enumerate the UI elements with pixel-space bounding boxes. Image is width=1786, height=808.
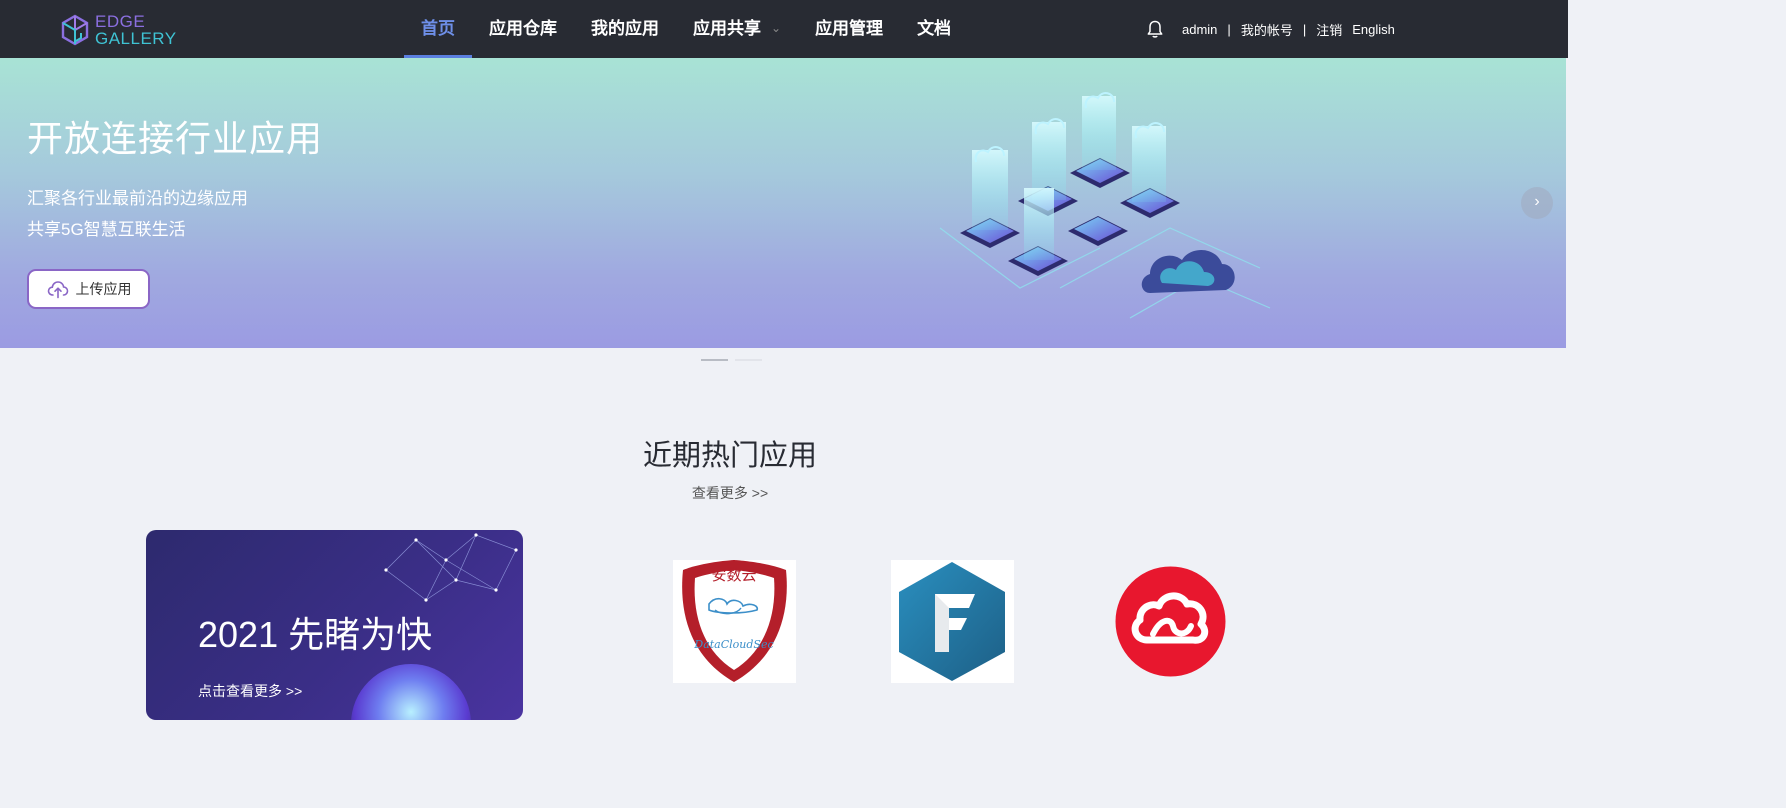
- main-nav: 首页 应用仓库 我的应用 应用共享 ⌄ 应用管理 文档: [404, 0, 968, 58]
- hero-banner: 开放连接行业应用 汇聚各行业最前沿的边缘应用 共享5G智慧互联生活 上传应用 ›: [0, 58, 1566, 348]
- cube-logo-icon: [61, 14, 89, 46]
- edge-cloud-illustration: [939, 92, 1271, 319]
- promo-title: 2021 先睹为快: [198, 614, 433, 655]
- nav-item-app-share[interactable]: 应用共享 ⌄: [676, 0, 798, 58]
- nav-item-home[interactable]: 首页: [404, 0, 472, 58]
- upload-app-label: 上传应用: [75, 281, 132, 297]
- upload-app-button[interactable]: 上传应用: [27, 269, 150, 309]
- nav-item-app-share-label: 应用共享: [693, 19, 761, 38]
- cloud-upload-icon: [47, 281, 68, 299]
- app-logo-letter: F: [891, 560, 892, 561]
- banner-title: 开放连接行业应用: [27, 118, 324, 159]
- separator: |: [1227, 21, 1231, 37]
- language-switch[interactable]: English: [1352, 22, 1395, 37]
- username-link[interactable]: admin: [1182, 22, 1217, 37]
- hot-apps-title: 近期热门应用: [642, 440, 817, 472]
- my-account-link[interactable]: 我的帐号: [1241, 20, 1293, 39]
- chevron-down-icon: ⌄: [771, 21, 782, 35]
- app-logo-top-text: 安数云: [711, 566, 756, 584]
- app-logo-bottom-text: DataCloudSec: [693, 638, 773, 651]
- promo-orb-graphic: [351, 664, 471, 720]
- banner-subtitle-1: 汇聚各行业最前沿的边缘应用: [27, 189, 248, 208]
- logout-link[interactable]: 注销: [1316, 20, 1342, 39]
- red-cloud-logo-icon: [1115, 566, 1226, 677]
- promo-view-more-link[interactable]: 点击查看更多 >>: [198, 681, 302, 701]
- carousel-indicators: [701, 359, 769, 361]
- bell-icon[interactable]: [1145, 19, 1165, 39]
- edgegallery-logo[interactable]: EDGE GALLERY: [60, 12, 190, 48]
- banner-next-button[interactable]: ›: [1521, 187, 1553, 219]
- hexagon-f-logo-icon: F: [891, 560, 1005, 681]
- promo-card[interactable]: 2021 先睹为快 点击查看更多 >>: [146, 530, 523, 720]
- app-logo-cloud[interactable]: [1109, 560, 1232, 683]
- top-navbar: EDGE GALLERY 首页 应用仓库 我的应用 应用共享 ⌄ 应用管理 文档 …: [0, 0, 1568, 58]
- app-logo-datacloudsec[interactable]: 安数云 DataCloudSec: [673, 560, 796, 683]
- app-logo-f[interactable]: F: [891, 560, 1014, 683]
- separator: |: [1302, 21, 1307, 37]
- nav-item-docs[interactable]: 文档: [900, 0, 968, 58]
- nav-item-app-manage[interactable]: 应用管理: [798, 0, 900, 58]
- user-bar: admin | 我的帐号 | 注销 English: [1145, 0, 1395, 58]
- logo-line1: EDGE: [95, 12, 146, 31]
- logo-line2: GALLERY: [95, 29, 177, 48]
- shield-logo-icon: 安数云 DataCloudSec: [682, 560, 787, 682]
- banner-subtitle-2: 共享5G智慧互联生活: [27, 220, 186, 239]
- carousel-dot[interactable]: [701, 359, 728, 361]
- nav-item-app-store[interactable]: 应用仓库: [472, 0, 574, 58]
- nav-item-my-apps[interactable]: 我的应用: [574, 0, 676, 58]
- carousel-dot[interactable]: [735, 359, 762, 361]
- view-more-link[interactable]: 查看更多 >>: [0, 483, 1460, 503]
